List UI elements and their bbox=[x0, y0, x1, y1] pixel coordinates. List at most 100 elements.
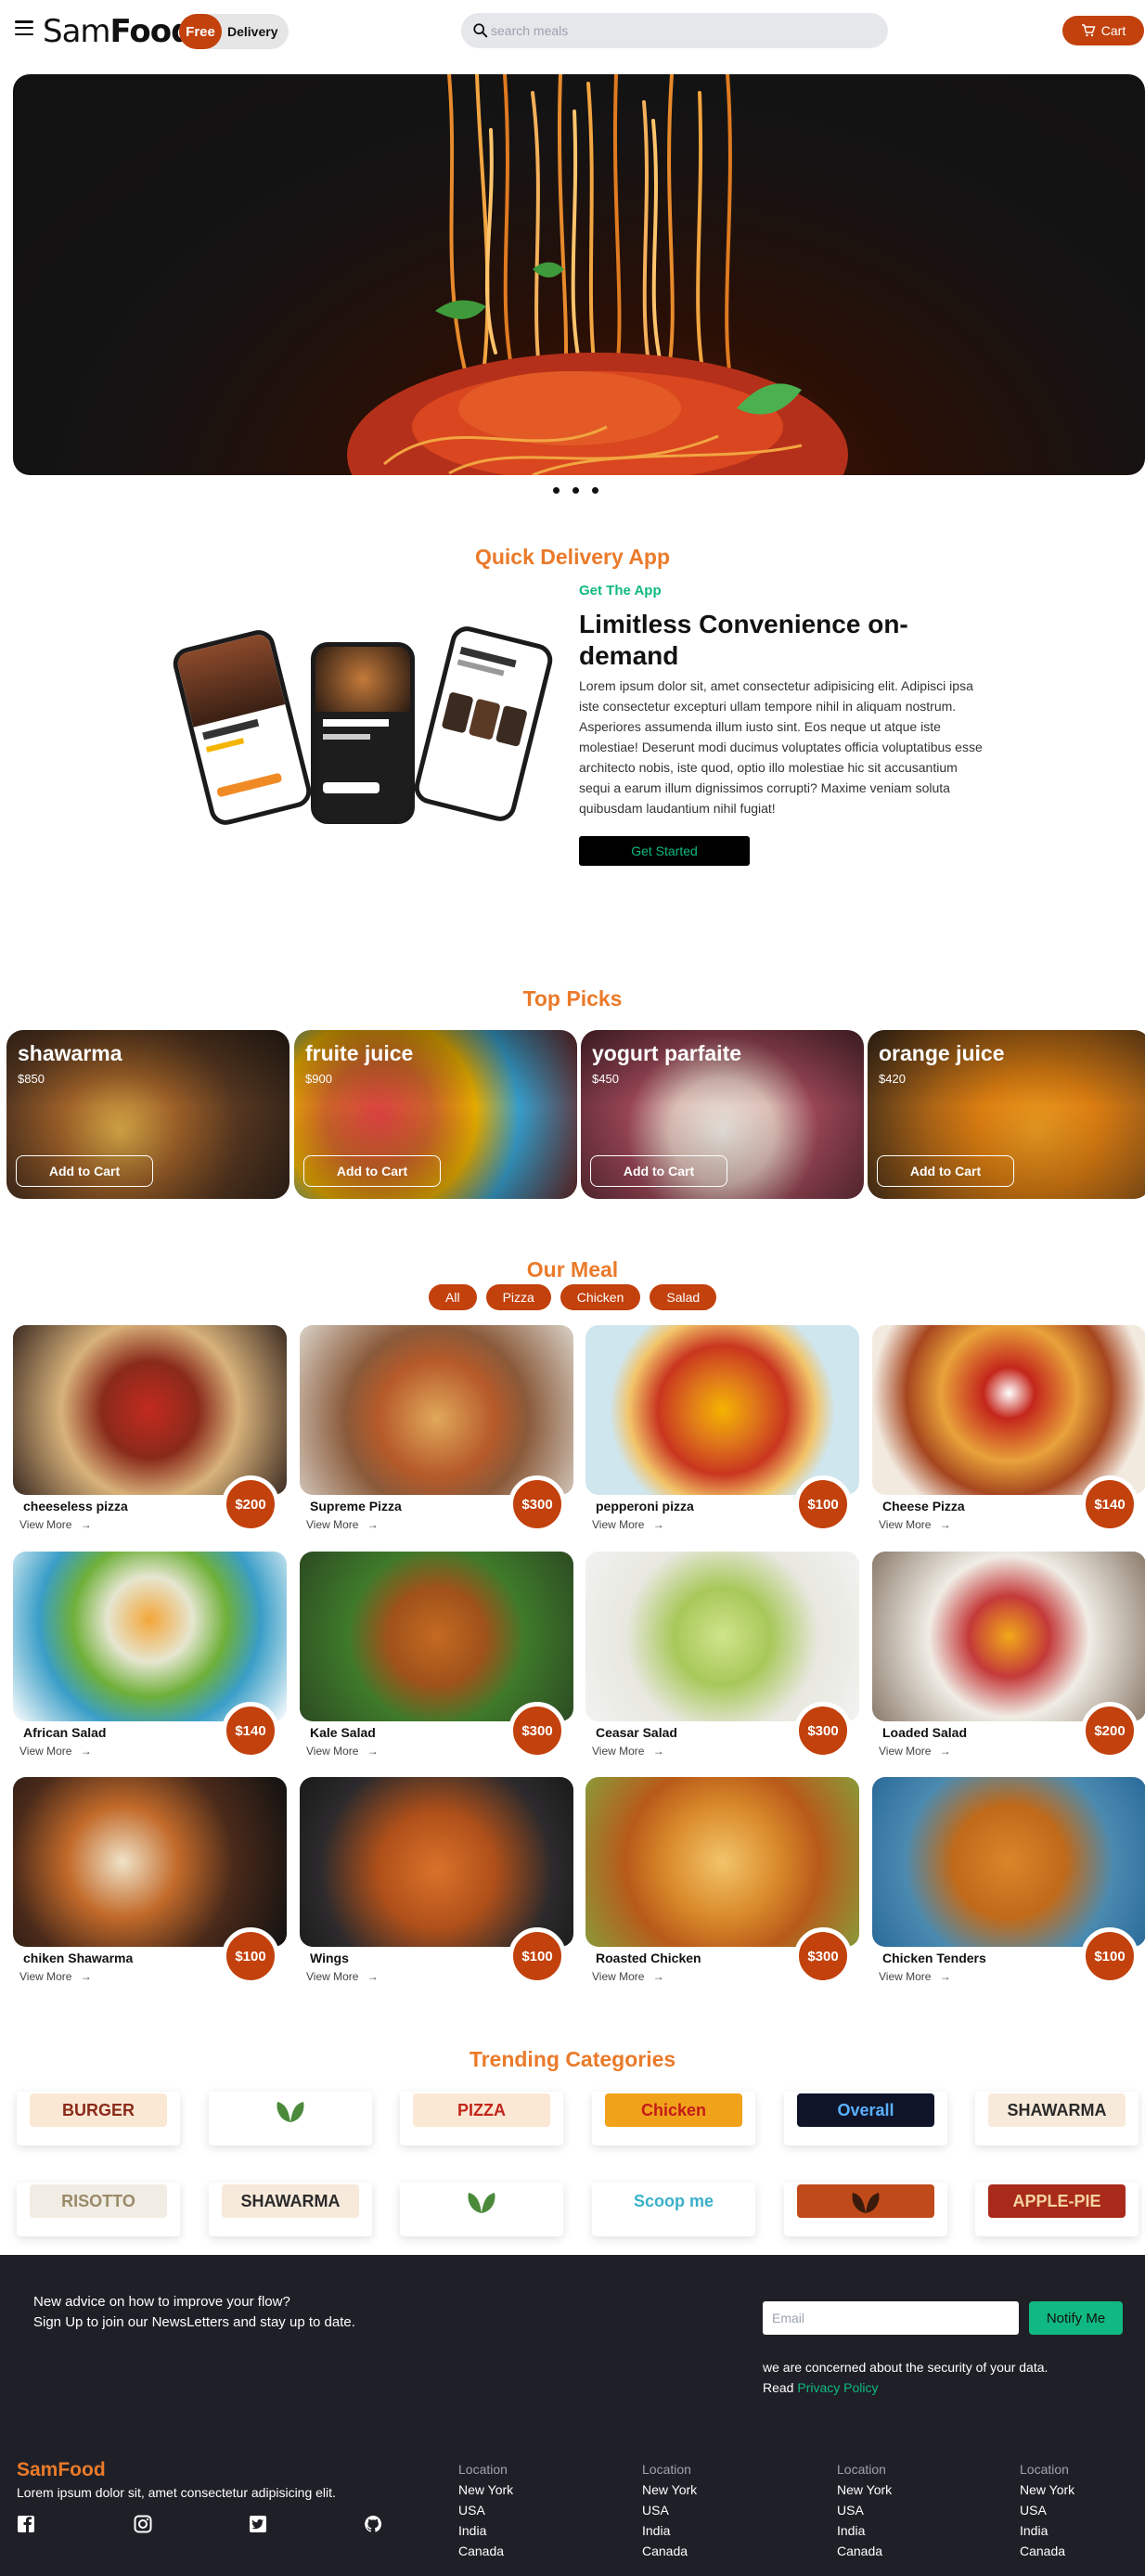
view-more-link[interactable]: View More → bbox=[306, 1518, 379, 1531]
facebook-icon[interactable] bbox=[17, 2515, 35, 2533]
footer-link[interactable]: USA bbox=[1020, 2500, 1074, 2520]
twitter-icon[interactable] bbox=[249, 2515, 267, 2533]
view-more-link[interactable]: View More → bbox=[19, 1970, 92, 1983]
newsletter-line-2: Sign Up to join our NewsLetters and stay… bbox=[33, 2314, 355, 2330]
menu-icon[interactable] bbox=[15, 20, 33, 35]
category-card[interactable]: PIZZA bbox=[400, 2092, 563, 2145]
top-pick-card[interactable]: yogurt parfaite $450 Add to Cart bbox=[581, 1030, 864, 1199]
add-to-cart-button[interactable]: Add to Cart bbox=[590, 1155, 727, 1187]
view-more-link[interactable]: View More → bbox=[879, 1745, 951, 1758]
category-logo: SHAWARMA bbox=[222, 2184, 359, 2218]
footer-link[interactable]: India bbox=[642, 2520, 697, 2541]
footer-column-heading: Location bbox=[642, 2462, 691, 2477]
footer-link[interactable]: India bbox=[837, 2520, 892, 2541]
category-logo: BURGER bbox=[30, 2093, 167, 2127]
category-card[interactable]: Scoop me bbox=[592, 2183, 755, 2236]
email-field[interactable] bbox=[763, 2301, 1019, 2335]
category-card[interactable]: Chicken bbox=[592, 2092, 755, 2145]
add-to-cart-button[interactable]: Add to Cart bbox=[303, 1155, 441, 1187]
category-card[interactable]: BURGER bbox=[17, 2092, 180, 2145]
meal-card[interactable]: Wings View More → $100 bbox=[300, 1777, 573, 1995]
footer-link[interactable]: India bbox=[458, 2520, 513, 2541]
cart-button[interactable]: Cart bbox=[1062, 16, 1144, 45]
security-note: we are concerned about the security of y… bbox=[763, 2357, 1048, 2398]
footer-link[interactable]: Canada bbox=[1020, 2541, 1074, 2561]
category-logo: Overall bbox=[797, 2093, 934, 2127]
category-logo-text: APPLE-PIE bbox=[1012, 2191, 1101, 2210]
view-more-link[interactable]: View More → bbox=[592, 1970, 664, 1983]
footer-link[interactable]: USA bbox=[642, 2500, 697, 2520]
meal-card[interactable]: Cheese Pizza View More → $140 bbox=[872, 1325, 1145, 1543]
view-more-link[interactable]: View More → bbox=[306, 1745, 379, 1758]
meal-price-badge: $200 bbox=[222, 1475, 279, 1533]
github-icon[interactable] bbox=[364, 2515, 382, 2533]
meal-name: cheeseless pizza bbox=[23, 1499, 128, 1513]
view-more-link[interactable]: View More → bbox=[879, 1518, 951, 1531]
meal-card[interactable]: Ceasar Salad View More → $300 bbox=[585, 1552, 859, 1770]
category-card[interactable]: SHAWARMA bbox=[209, 2183, 372, 2236]
meal-card[interactable]: Roasted Chicken View More → $300 bbox=[585, 1777, 859, 1995]
view-more-link[interactable]: View More → bbox=[592, 1745, 664, 1758]
footer-link[interactable]: USA bbox=[458, 2500, 513, 2520]
view-more-link[interactable]: View More → bbox=[879, 1970, 951, 1983]
view-more-link[interactable]: View More → bbox=[306, 1970, 379, 1983]
footer-link[interactable]: Canada bbox=[642, 2541, 697, 2561]
arrow-right-icon: → bbox=[650, 1518, 664, 1531]
category-logo bbox=[413, 2184, 550, 2218]
category-card[interactable]: Overall bbox=[784, 2092, 947, 2145]
filter-all[interactable]: All bbox=[429, 1284, 477, 1310]
search-input[interactable] bbox=[491, 13, 871, 48]
carousel-dot[interactable] bbox=[572, 487, 579, 494]
footer-link[interactable]: USA bbox=[837, 2500, 892, 2520]
meal-card[interactable]: Loaded Salad View More → $200 bbox=[872, 1552, 1145, 1770]
delivery-label: Delivery bbox=[227, 24, 278, 39]
view-more-label: View More bbox=[592, 1518, 645, 1531]
top-pick-card[interactable]: orange juice $420 Add to Cart bbox=[868, 1030, 1145, 1199]
meal-card[interactable]: pepperoni pizza View More → $100 bbox=[585, 1325, 859, 1543]
meal-card[interactable]: chiken Shawarma View More → $100 bbox=[13, 1777, 287, 1995]
get-started-button[interactable]: Get Started bbox=[579, 836, 750, 866]
top-pick-card[interactable]: shawarma $850 Add to Cart bbox=[6, 1030, 289, 1199]
footer-link[interactable]: Canada bbox=[837, 2541, 892, 2561]
top-pick-name: yogurt parfaite bbox=[592, 1041, 742, 1065]
privacy-policy-link[interactable]: Privacy Policy bbox=[797, 2380, 878, 2395]
add-to-cart-button[interactable]: Add to Cart bbox=[16, 1155, 153, 1187]
carousel-dot[interactable] bbox=[553, 487, 560, 494]
view-more-link[interactable]: View More → bbox=[592, 1518, 664, 1531]
footer-link[interactable]: Canada bbox=[458, 2541, 513, 2561]
view-more-link[interactable]: View More → bbox=[19, 1745, 92, 1758]
category-logo bbox=[222, 2093, 359, 2127]
carousel-dots[interactable] bbox=[553, 487, 599, 495]
filter-salad[interactable]: Salad bbox=[650, 1284, 717, 1310]
footer-link[interactable]: New York bbox=[837, 2479, 892, 2500]
hero-carousel[interactable] bbox=[13, 74, 1145, 475]
instagram-icon[interactable] bbox=[134, 2515, 152, 2533]
footer-brand[interactable]: SamFood bbox=[17, 2459, 106, 2481]
category-card[interactable] bbox=[784, 2183, 947, 2236]
meal-card[interactable]: Supreme Pizza View More → $300 bbox=[300, 1325, 573, 1543]
category-card[interactable]: RISOTTO bbox=[17, 2183, 180, 2236]
filter-pizza[interactable]: Pizza bbox=[485, 1284, 551, 1310]
add-to-cart-button[interactable]: Add to Cart bbox=[877, 1155, 1014, 1187]
carousel-dot[interactable] bbox=[592, 487, 598, 494]
category-card[interactable] bbox=[209, 2092, 372, 2145]
footer-column-heading: Location bbox=[1020, 2462, 1069, 2477]
footer-link[interactable]: New York bbox=[642, 2479, 697, 2500]
filter-chicken[interactable]: Chicken bbox=[560, 1284, 641, 1310]
meal-card[interactable]: cheeseless pizza View More → $200 bbox=[13, 1325, 287, 1543]
meal-card[interactable]: African Salad View More → $140 bbox=[13, 1552, 287, 1770]
top-pick-card[interactable]: fruite juice $900 Add to Cart bbox=[294, 1030, 577, 1199]
meal-card[interactable]: Kale Salad View More → $300 bbox=[300, 1552, 573, 1770]
view-more-link[interactable]: View More → bbox=[19, 1518, 92, 1531]
footer-link[interactable]: New York bbox=[458, 2479, 513, 2500]
category-logo-text: Scoop me bbox=[633, 2191, 714, 2210]
notify-me-button[interactable]: Notify Me bbox=[1029, 2301, 1123, 2335]
category-card[interactable] bbox=[400, 2183, 563, 2236]
category-card[interactable]: SHAWARMA bbox=[975, 2092, 1139, 2145]
category-card[interactable]: APPLE-PIE bbox=[975, 2183, 1139, 2236]
brand-logo[interactable]: SamFood bbox=[43, 13, 193, 50]
category-logo: SHAWARMA bbox=[988, 2093, 1126, 2127]
footer-link[interactable]: India bbox=[1020, 2520, 1074, 2541]
footer-link[interactable]: New York bbox=[1020, 2479, 1074, 2500]
meal-card[interactable]: Chicken Tenders View More → $100 bbox=[872, 1777, 1145, 1995]
